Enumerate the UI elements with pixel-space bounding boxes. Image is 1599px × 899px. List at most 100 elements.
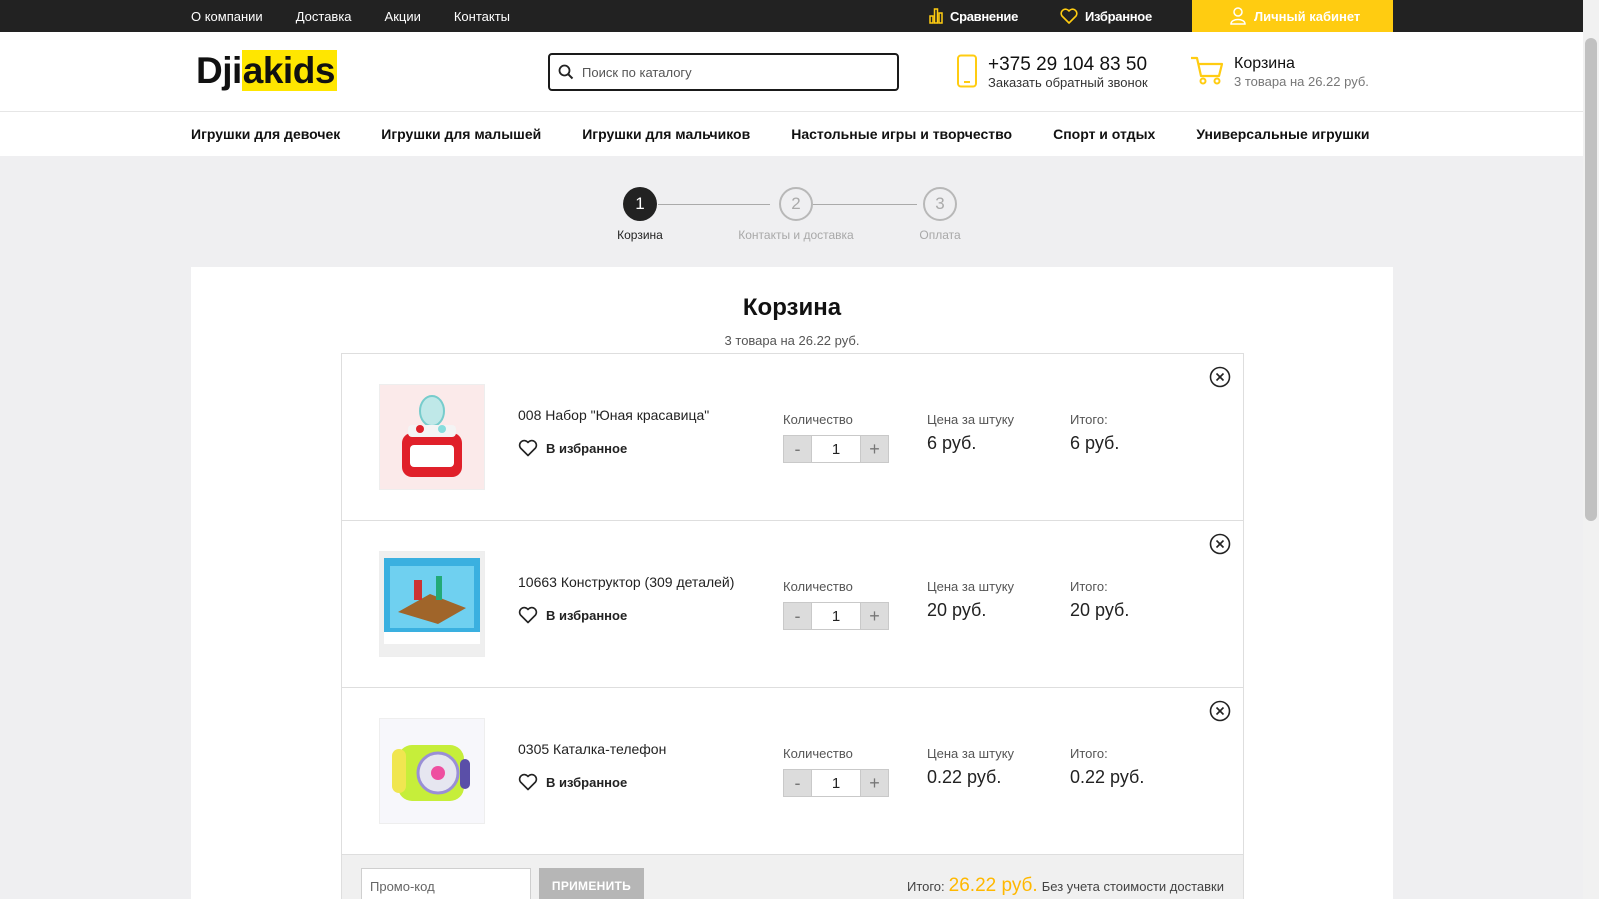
add-to-favorites[interactable]: В избранное	[518, 773, 627, 791]
nav-promotions[interactable]: Акции	[385, 9, 421, 24]
toy-phone-image	[380, 719, 484, 823]
cart-item: 0305 Каталка-телефон В избранное Количес…	[342, 688, 1243, 855]
top-nav: О компании Доставка Акции Контакты	[191, 0, 510, 32]
product-image[interactable]	[379, 384, 485, 490]
product-name[interactable]: 10663 Конструктор (309 деталей)	[518, 574, 734, 590]
item-total-label: Итого:	[1070, 746, 1108, 761]
item-total: 0.22 руб.	[1070, 767, 1145, 787]
category-board-games[interactable]: Настольные игры и творчество	[791, 126, 1012, 142]
heart-icon	[518, 439, 538, 457]
step-payment: 3 Оплата	[900, 187, 980, 242]
step-label: Корзина	[617, 228, 663, 242]
delivery-note: Без учета стоимости доставки	[1041, 879, 1224, 894]
cart-card: Корзина 3 товара на 26.22 руб. 008 Набор…	[191, 267, 1393, 899]
nav-contacts[interactable]: Контакты	[454, 9, 510, 24]
quantity-value[interactable]: 1	[811, 770, 861, 796]
phone-block: +375 29 104 83 50 Заказать обратный звон…	[956, 54, 1148, 90]
product-name[interactable]: 0305 Каталка-телефон	[518, 741, 666, 757]
quantity-stepper: - 1 +	[783, 435, 889, 463]
step-cart[interactable]: 1 Корзина	[600, 187, 680, 242]
cart-item: 10663 Конструктор (309 деталей) В избран…	[342, 521, 1243, 688]
compare-icon	[929, 8, 943, 24]
quantity-value[interactable]: 1	[811, 436, 861, 462]
logo[interactable]: Djiakids	[196, 50, 337, 92]
apply-promo-button[interactable]: ПРИМЕНИТЬ	[539, 868, 644, 899]
unit-price: 0.22 руб.	[927, 767, 1002, 787]
nav-about[interactable]: О компании	[191, 9, 263, 24]
phone-number[interactable]: +375 29 104 83 50	[988, 54, 1148, 75]
quantity-value[interactable]: 1	[811, 603, 861, 629]
product-image[interactable]	[379, 718, 485, 824]
user-icon	[1230, 7, 1246, 25]
close-icon[interactable]	[1209, 533, 1231, 555]
cart-total: Итого: 26.22 руб. Без учета стоимости до…	[907, 875, 1224, 897]
quantity-label: Количество	[783, 579, 853, 594]
heart-icon	[518, 606, 538, 624]
favorites-label: В избранное	[546, 607, 628, 623]
search-box	[548, 53, 899, 91]
phone-text: +375 29 104 83 50 Заказать обратный звон…	[988, 54, 1148, 90]
product-name[interactable]: 008 Набор "Юная красавица"	[518, 407, 709, 423]
category-universal[interactable]: Универсальные игрушки	[1196, 126, 1369, 142]
account-label: Личный кабинет	[1254, 8, 1361, 24]
heart-icon	[1060, 8, 1078, 24]
add-to-favorites[interactable]: В избранное	[518, 606, 627, 624]
cart-item: 008 Набор "Юная красавица" В избранное К…	[342, 354, 1243, 521]
top-actions: Сравнение Избранное	[929, 0, 1152, 32]
cart-items: 008 Набор "Юная красавица" В избранное К…	[341, 353, 1244, 899]
phone-icon	[957, 54, 977, 88]
item-total-label: Итого:	[1070, 579, 1108, 594]
close-icon[interactable]	[1209, 366, 1231, 388]
account-button[interactable]: Личный кабинет	[1192, 0, 1393, 32]
add-to-favorites[interactable]: В избранное	[518, 439, 627, 457]
item-total: 20 руб.	[1070, 600, 1130, 620]
category-boys[interactable]: Игрушки для мальчиков	[582, 126, 750, 142]
heart-icon	[518, 773, 538, 791]
category-sport[interactable]: Спорт и отдых	[1053, 126, 1155, 142]
favorites-label: В избранное	[546, 440, 628, 456]
increase-button[interactable]: +	[861, 603, 888, 629]
step-contacts: 2 Контакты и доставка	[726, 187, 866, 242]
decrease-button[interactable]: -	[784, 770, 811, 796]
item-total: 6 руб.	[1070, 433, 1120, 453]
step-number: 2	[779, 187, 813, 221]
unit-price: 6 руб.	[927, 433, 977, 453]
close-icon[interactable]	[1209, 700, 1231, 722]
decrease-button[interactable]: -	[784, 603, 811, 629]
search-input[interactable]	[582, 64, 882, 80]
favorites-link[interactable]: Избранное	[1060, 8, 1152, 24]
scrollbar-thumb[interactable]	[1585, 38, 1597, 521]
header: Djiakids +375 29 104 83 50 Заказать обра…	[0, 32, 1583, 112]
constructor-box-image	[380, 552, 484, 656]
step-number: 3	[923, 187, 957, 221]
promo-field	[361, 868, 531, 899]
unit-price-label: Цена за штуку	[927, 412, 1015, 427]
step-label: Оплата	[919, 228, 961, 242]
promo-code-input[interactable]	[370, 878, 520, 894]
compare-link[interactable]: Сравнение	[929, 8, 1018, 24]
cart-summary: 3 товара на 26.22 руб.	[724, 333, 860, 348]
category-girls[interactable]: Игрушки для девочек	[191, 126, 340, 142]
product-image[interactable]	[379, 551, 485, 657]
cart-footer: ПРИМЕНИТЬ Итого: 26.22 руб. Без учета ст…	[342, 855, 1243, 899]
nav-delivery[interactable]: Доставка	[296, 9, 352, 24]
category-toddlers[interactable]: Игрушки для малышей	[381, 126, 541, 142]
logo-text-1: Dji	[196, 50, 242, 91]
cart-total-label: Итого:	[906, 879, 945, 894]
callback-link[interactable]: Заказать обратный звонок	[988, 75, 1148, 90]
increase-button[interactable]: +	[861, 436, 888, 462]
vanity-set-image	[380, 385, 484, 489]
header-cart[interactable]: Корзина 3 товара на 26.22 руб.	[1190, 54, 1369, 90]
favorites-label: Избранное	[1085, 8, 1152, 24]
unit-price-label: Цена за штуку	[927, 746, 1015, 761]
unit-price-label: Цена за штуку	[927, 579, 1015, 594]
header-cart-title: Корзина	[1234, 55, 1295, 72]
header-cart-text: Корзина 3 товара на 26.22 руб.	[1234, 54, 1369, 90]
decrease-button[interactable]: -	[784, 436, 811, 462]
search-icon[interactable]	[558, 64, 574, 80]
increase-button[interactable]: +	[861, 770, 888, 796]
cart-total-value: 26.22 руб.	[948, 875, 1038, 896]
cart-icon	[1191, 56, 1224, 85]
header-cart-summary: 3 товара на 26.22 руб.	[1234, 74, 1369, 89]
quantity-stepper: - 1 +	[783, 602, 889, 630]
